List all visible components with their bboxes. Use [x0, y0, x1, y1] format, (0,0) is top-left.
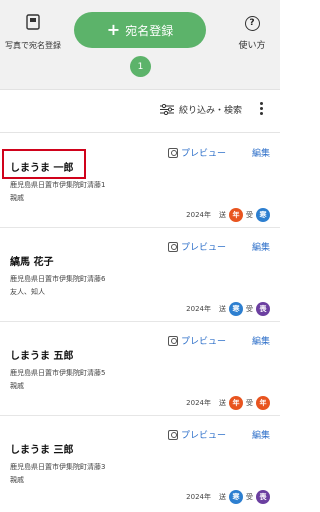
recipient-count-badge: 1 [130, 56, 151, 77]
recipient-relation: 親戚 [10, 194, 24, 202]
sent-label: 送 [219, 305, 226, 313]
sent-status-badge: 寒 [229, 302, 243, 316]
received-label: 受 [246, 305, 253, 313]
preview-magnifier-icon [167, 241, 178, 252]
year-label: 2024年 [186, 211, 211, 219]
preview-button[interactable]: プレビュー [167, 334, 226, 347]
received-label: 受 [246, 399, 253, 407]
plus-icon: + [106, 20, 121, 39]
photo-card-icon [26, 14, 40, 30]
edit-button[interactable]: 編集 [252, 146, 270, 159]
received-label: 受 [246, 493, 253, 501]
filter-search-label: 絞り込み・検索 [179, 106, 243, 116]
recipient-name: しまうま 五郎 [10, 351, 74, 362]
edit-button[interactable]: 編集 [252, 334, 270, 347]
status-row: 2024年 送 年 受 年 [186, 396, 270, 410]
sent-status-badge: 年 [229, 208, 243, 222]
recipient-card[interactable]: プレビュー 編集 しまうま 三郎 鹿児島県日置市伊集院町清藤3 親戚 2024年… [0, 416, 280, 512]
recipient-card[interactable]: プレビュー 編集 縞馬 花子 鹿児島県日置市伊集院町清藤6 友人、知人 2024… [0, 228, 280, 322]
preview-magnifier-icon [167, 335, 178, 346]
app-header: 写真で宛名登録 + 宛名登録 1 ? 使い方 [0, 0, 280, 90]
sent-label: 送 [219, 211, 226, 219]
recipient-name: 縞馬 花子 [10, 257, 54, 268]
recipient-address: 鹿児島県日置市伊集院町清藤1 [10, 181, 106, 189]
year-label: 2024年 [186, 493, 211, 501]
received-status-badge: 喪 [256, 490, 270, 504]
add-recipient-button[interactable]: + 宛名登録 [74, 12, 206, 48]
received-status-badge: 年 [256, 396, 270, 410]
status-row: 2024年 送 寒 受 喪 [186, 302, 270, 316]
filter-sliders-icon [160, 104, 174, 115]
sent-label: 送 [219, 399, 226, 407]
add-recipient-label: 宛名登録 [125, 23, 174, 38]
selection-highlight-box [2, 149, 86, 179]
recipient-relation: 親戚 [10, 476, 24, 484]
recipient-address: 鹿児島県日置市伊集院町清藤3 [10, 463, 106, 471]
received-status-badge: 寒 [256, 208, 270, 222]
sent-status-badge: 年 [229, 396, 243, 410]
received-label: 受 [246, 211, 253, 219]
preview-button[interactable]: プレビュー [167, 240, 226, 253]
year-label: 2024年 [186, 305, 211, 313]
preview-label: プレビュー [180, 149, 226, 159]
preview-label: プレビュー [180, 337, 226, 347]
received-status-badge: 喪 [256, 302, 270, 316]
edit-button[interactable]: 編集 [252, 428, 270, 441]
sent-label: 送 [219, 493, 226, 501]
help-label: 使い方 [238, 41, 266, 51]
recipient-relation: 友人、知人 [10, 288, 45, 296]
preview-magnifier-icon [167, 429, 178, 440]
photo-register-label: 写真で宛名登録 [5, 41, 61, 50]
recipient-name: しまうま 三郎 [10, 445, 74, 456]
recipient-card[interactable]: プレビュー 編集 しまうま 五郎 鹿児島県日置市伊集院町清藤5 親戚 2024年… [0, 322, 280, 416]
recipient-relation: 親戚 [10, 382, 24, 390]
preview-label: プレビュー [180, 431, 226, 441]
preview-magnifier-icon [167, 147, 178, 158]
year-label: 2024年 [186, 399, 211, 407]
edit-button[interactable]: 編集 [252, 240, 270, 253]
help-button[interactable]: ? 使い方 [234, 16, 270, 52]
recipient-address: 鹿児島県日置市伊集院町清藤6 [10, 275, 106, 283]
more-options-icon[interactable] [256, 101, 266, 119]
preview-button[interactable]: プレビュー [167, 428, 226, 441]
list-toolbar: 絞り込み・検索 [0, 91, 280, 133]
filter-search-button[interactable]: 絞り込み・検索 [160, 103, 242, 116]
preview-button[interactable]: プレビュー [167, 146, 226, 159]
photo-register-button[interactable]: 写真で宛名登録 [2, 14, 64, 52]
help-icon: ? [244, 16, 260, 31]
status-row: 2024年 送 寒 受 喪 [186, 490, 270, 504]
recipient-address: 鹿児島県日置市伊集院町清藤5 [10, 369, 106, 377]
status-row: 2024年 送 年 受 寒 [186, 208, 270, 222]
preview-label: プレビュー [180, 243, 226, 253]
sent-status-badge: 寒 [229, 490, 243, 504]
